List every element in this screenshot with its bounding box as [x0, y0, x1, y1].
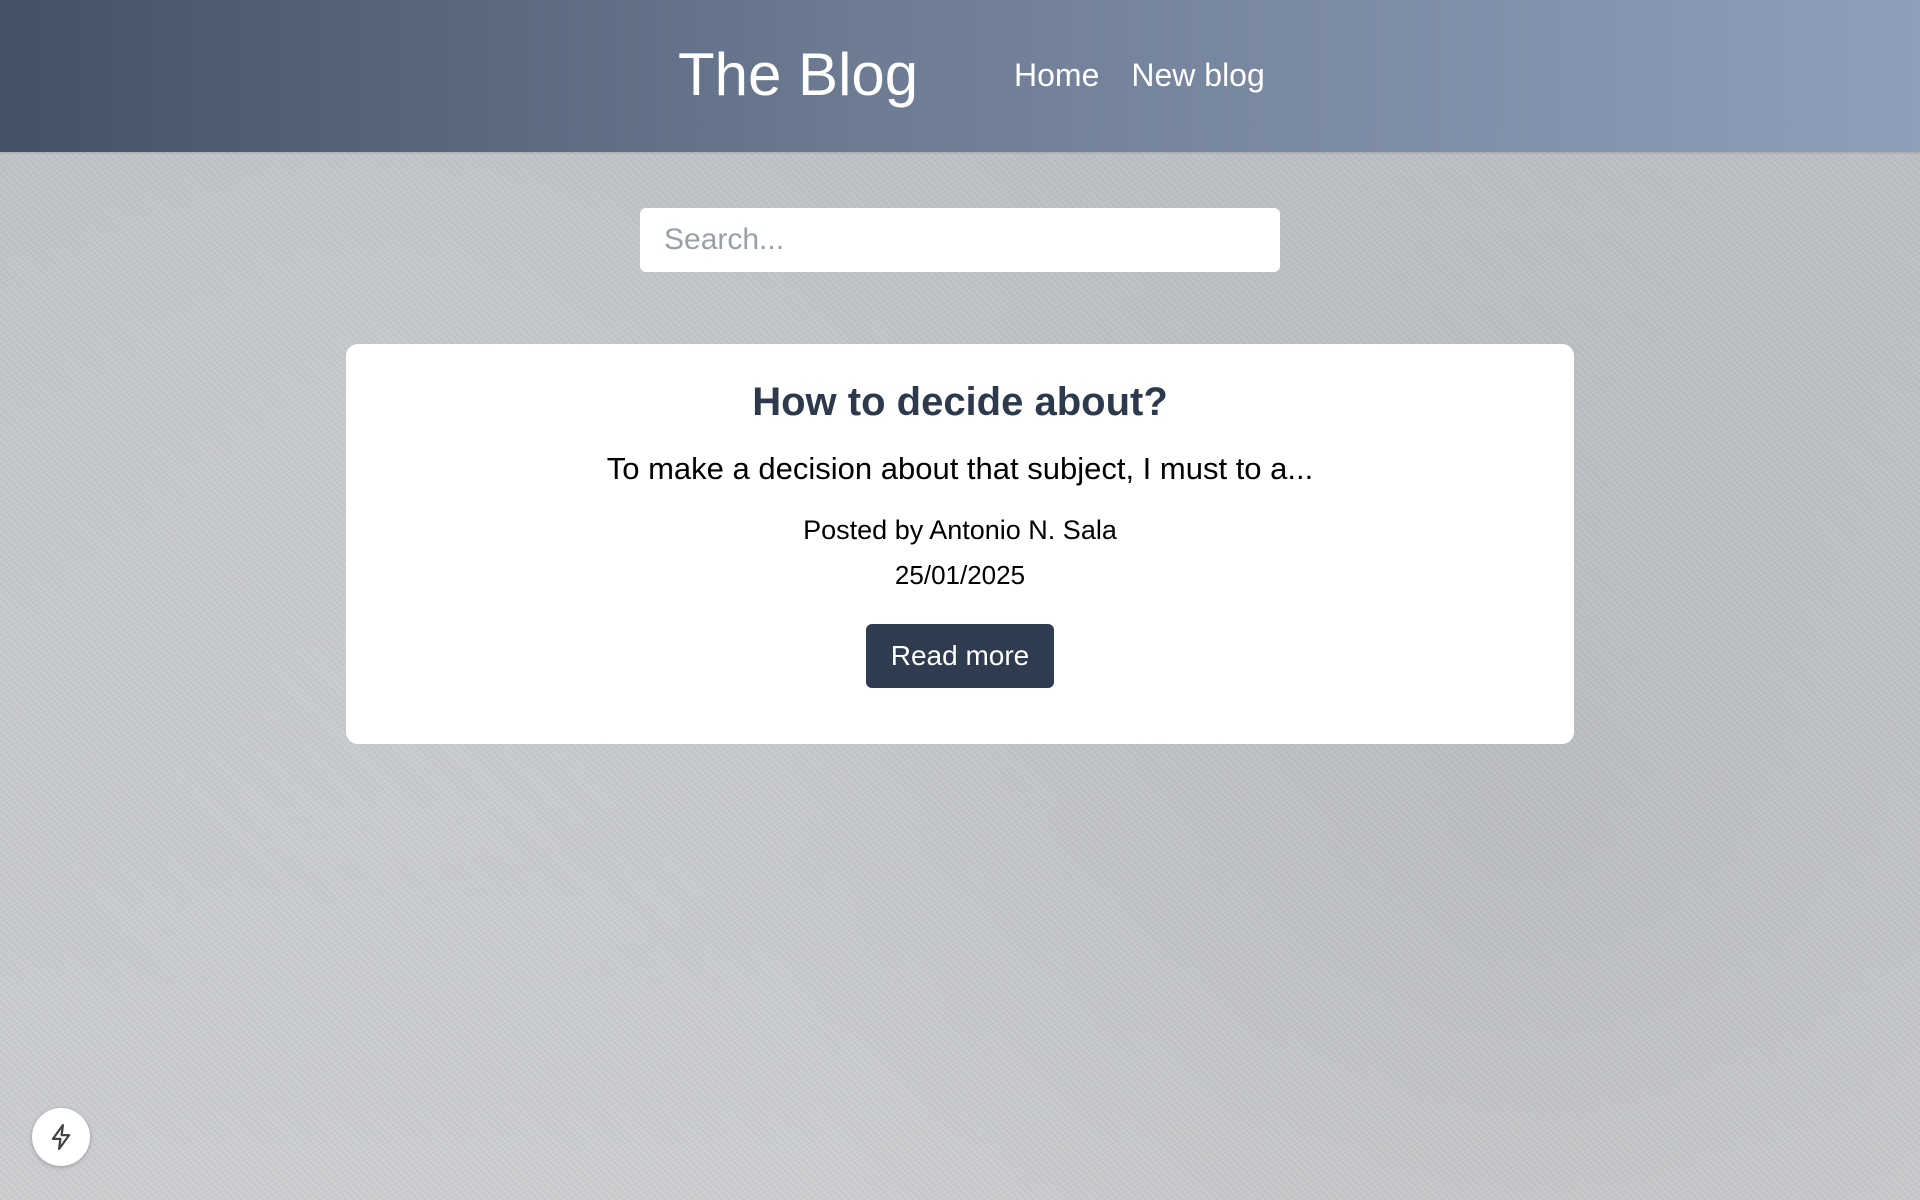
nav-new-blog-link[interactable]: New blog: [1131, 56, 1264, 94]
nav-home-link[interactable]: Home: [1014, 56, 1099, 94]
main-nav: Home New blog: [1014, 56, 1265, 94]
read-more-button[interactable]: Read more: [866, 624, 1054, 688]
post-excerpt: To make a decision about that subject, I…: [606, 451, 1314, 486]
post-author: Posted by Antonio N. Sala: [803, 515, 1117, 545]
lightning-button[interactable]: [32, 1108, 90, 1166]
search-container: [640, 208, 1280, 272]
search-input[interactable]: [640, 208, 1280, 272]
post-date: 25/01/2025: [894, 560, 1026, 590]
site-brand[interactable]: The Blog: [678, 40, 918, 110]
post-card: How to decide about? To make a decision …: [346, 344, 1574, 744]
lightning-icon: [51, 1124, 71, 1150]
post-title: How to decide about?: [752, 380, 1168, 424]
top-header: The Blog Home New blog: [0, 0, 1920, 152]
